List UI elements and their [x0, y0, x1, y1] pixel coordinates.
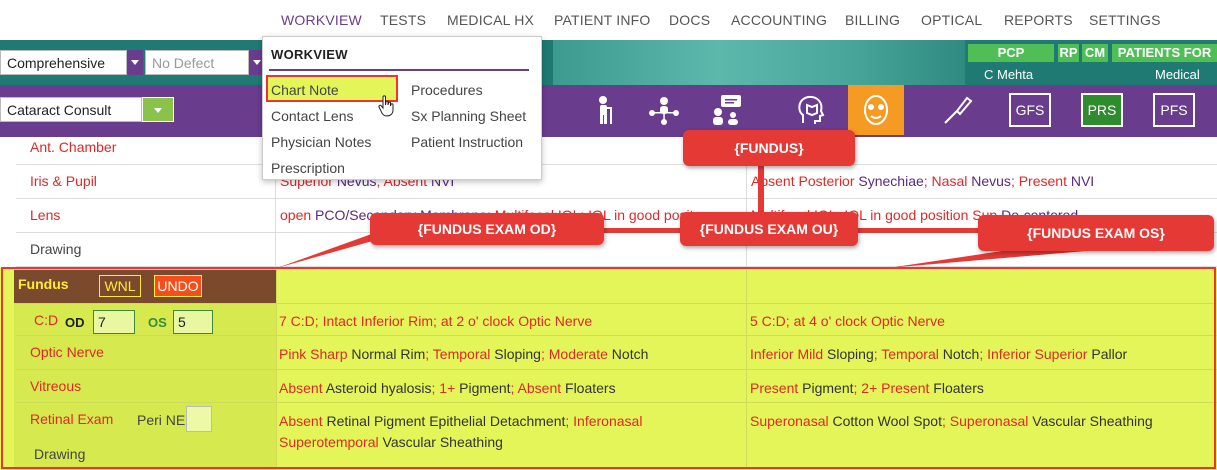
finding-text: Synechiae	[858, 173, 924, 189]
menu-item-contact-lens[interactable]: Contact Lens	[271, 108, 354, 124]
face-eye-icon[interactable]	[848, 85, 904, 135]
tab-tests[interactable]: TESTS	[380, 12, 426, 28]
pcp-name: C Mehta	[984, 67, 1034, 82]
pcp-badge[interactable]: PCP	[968, 44, 1054, 62]
finding-text: Nevus	[971, 173, 1011, 189]
prs-label: PRS	[1081, 93, 1123, 127]
header-banner-image	[553, 40, 965, 85]
rp-badge[interactable]: RP	[1058, 44, 1079, 62]
tab-workview[interactable]: WORKVIEW	[281, 12, 362, 28]
exam-row-label[interactable]: Iris & Pupil	[16, 165, 275, 198]
visit-type-select[interactable]: Cataract Consult	[0, 97, 142, 122]
os-findings[interactable]: Absent Posterior Synechiae; Nasal Nevus;…	[746, 165, 1217, 198]
tab-medical-hx[interactable]: MEDICAL HX	[447, 12, 534, 28]
finding-text: NVI	[1070, 173, 1095, 189]
pfs-button[interactable]: PFS	[1146, 85, 1202, 135]
exam-type-select[interactable]: Comprehensive	[0, 50, 127, 75]
tab-settings[interactable]: SETTINGS	[1089, 12, 1161, 28]
exam-row-label[interactable]: Drawing	[16, 233, 275, 266]
tab-billing[interactable]: BILLING	[845, 12, 900, 28]
scalpel-icon[interactable]	[930, 85, 986, 135]
menu-title: WORKVIEW	[271, 47, 348, 62]
tab-reports[interactable]: REPORTS	[1004, 12, 1073, 28]
medical-label: Medical	[1155, 67, 1200, 82]
gfs-button[interactable]: GFS	[1002, 85, 1058, 135]
exam-row-label[interactable]: Lens	[16, 199, 275, 232]
gfs-label: GFS	[1009, 93, 1051, 127]
workview-dropdown-menu: WORKVIEW Chart Note Contact Lens Physici…	[262, 36, 542, 180]
prs-button[interactable]: PRS	[1074, 85, 1130, 135]
visit-type-dropdown-icon[interactable]	[142, 97, 174, 122]
head-book-icon[interactable]	[782, 85, 838, 135]
tab-patient-info[interactable]: PATIENT INFO	[554, 12, 651, 28]
hand-cursor-icon	[378, 95, 394, 117]
tab-docs[interactable]: DOCS	[669, 12, 710, 28]
finding-text: ; Nasal	[923, 173, 972, 189]
menu-item-physician-notes[interactable]: Physician Notes	[271, 134, 371, 150]
exam-row-label[interactable]: Ant. Chamber	[16, 131, 275, 164]
exam-type-dropdown-icon[interactable]	[127, 50, 143, 75]
consult-chat-icon[interactable]	[698, 85, 754, 135]
menu-divider	[269, 69, 529, 71]
menu-item-chart-note[interactable]: Chart Note	[271, 82, 339, 98]
finding-text: open	[280, 207, 316, 223]
exam-row: Ant. Chamberate Mild Depth	[16, 131, 1217, 165]
menu-item-patient-instruction[interactable]: Patient Instruction	[411, 134, 523, 150]
menu-item-prescription[interactable]: Prescription	[271, 160, 345, 176]
callout-fundus-exam-od: {FUNDUS EXAM OD}	[370, 213, 604, 245]
defect-select[interactable]: No Defect	[145, 50, 249, 75]
tab-accounting[interactable]: ACCOUNTING	[731, 12, 827, 28]
fundus-highlight-frame	[1, 267, 1216, 469]
patients-for-badge[interactable]: PATIENTS FOR	[1112, 44, 1217, 62]
patient-standing-icon[interactable]	[578, 85, 634, 135]
pfs-label: PFS	[1153, 93, 1195, 127]
menu-item-procedures[interactable]: Procedures	[411, 82, 483, 98]
finding-text: Absent Posterior	[751, 173, 859, 189]
exam-row: Iris & Pupil Superior Nevus; Absent NVI Ab…	[16, 165, 1217, 199]
team-network-icon[interactable]	[636, 85, 692, 135]
finding-text: ; Present	[1010, 173, 1071, 189]
app-root: WORKVIEW TESTS MEDICAL HX PATIENT INFO D…	[0, 0, 1217, 470]
callout-fundus-exam-os: {FUNDUS EXAM OS}	[978, 215, 1214, 251]
callout-fundus-exam-ou: {FUNDUS EXAM OU}	[680, 212, 858, 246]
callout-fundus: {FUNDUS}	[683, 130, 855, 166]
top-nav: WORKVIEW TESTS MEDICAL HX PATIENT INFO D…	[0, 0, 1217, 40]
cm-badge[interactable]: CM	[1082, 44, 1108, 62]
tab-optical[interactable]: OPTICAL	[921, 12, 982, 28]
menu-item-sx-planning-sheet[interactable]: Sx Planning Sheet	[411, 108, 526, 124]
